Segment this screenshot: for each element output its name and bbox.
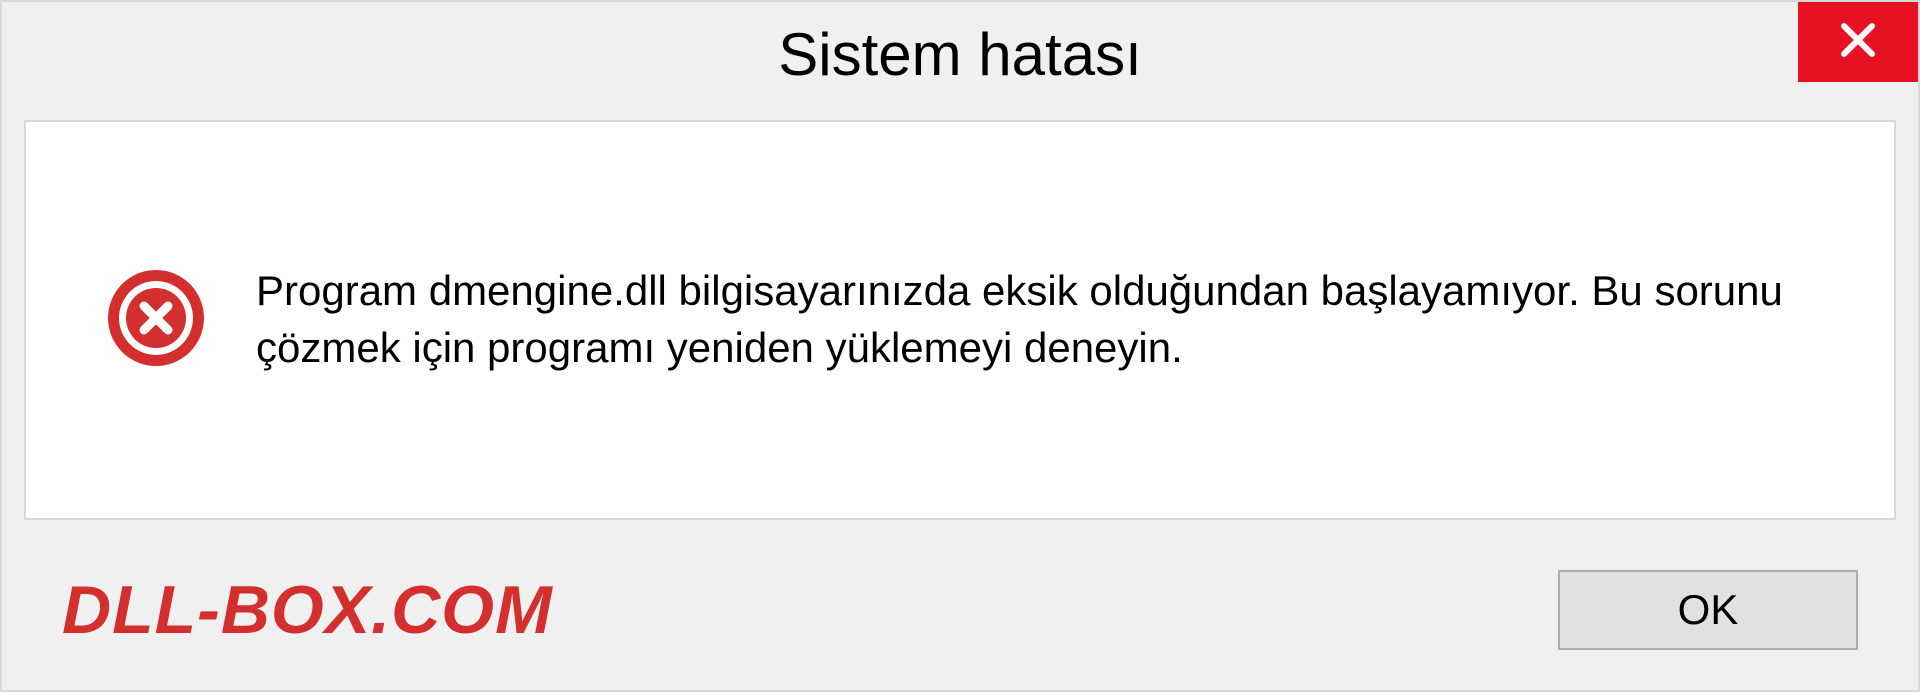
ok-button[interactable]: OK bbox=[1558, 570, 1858, 650]
error-icon bbox=[106, 268, 206, 373]
watermark-text: DLL-BOX.COM bbox=[62, 571, 553, 649]
dialog-footer: DLL-BOX.COM OK bbox=[2, 530, 1918, 690]
close-button[interactable] bbox=[1798, 2, 1918, 82]
titlebar: Sistem hatası bbox=[2, 2, 1918, 106]
error-message: Program dmengine.dll bilgisayarınızda ek… bbox=[256, 263, 1834, 376]
ok-button-label: OK bbox=[1678, 586, 1739, 634]
content-area: Program dmengine.dll bilgisayarınızda ek… bbox=[24, 120, 1896, 520]
error-dialog: Sistem hatası Program dmengine.dll bilgi… bbox=[0, 0, 1920, 692]
dialog-title: Sistem hatası bbox=[778, 20, 1142, 89]
close-icon bbox=[1838, 20, 1878, 65]
